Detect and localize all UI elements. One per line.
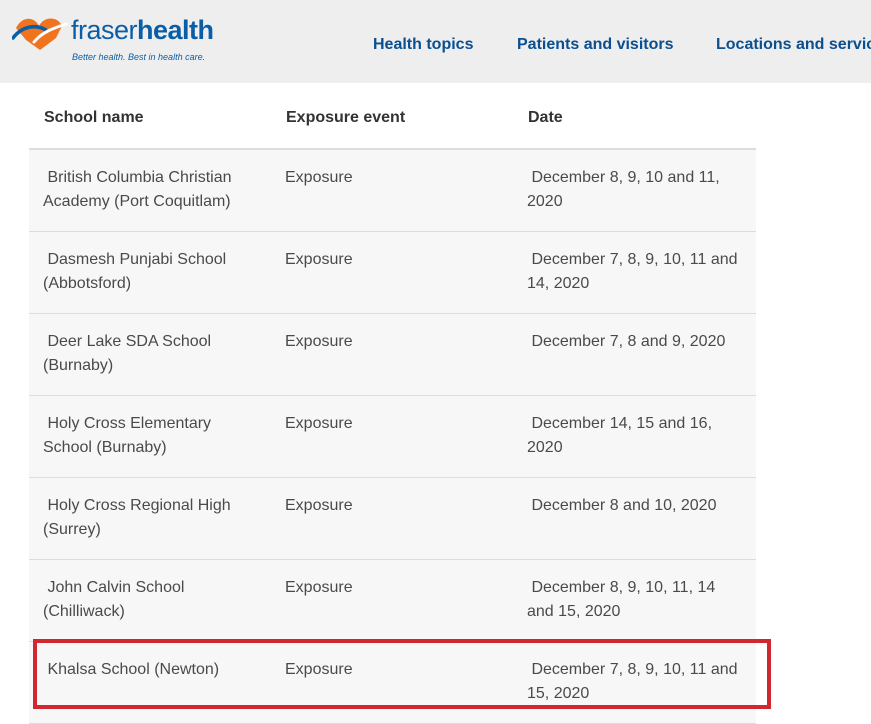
cell-school-name: John Calvin School (Chilliwack): [29, 559, 271, 642]
school-exposures-table: School name Exposure event Date British …: [29, 99, 756, 724]
cell-exposure-event: Exposure: [271, 477, 513, 560]
cell-school-name: Khalsa School (Newton): [29, 641, 271, 724]
cell-date: December 14, 15 and 16, 2020: [513, 395, 756, 478]
cell-date: December 7, 8 and 9, 2020: [513, 313, 756, 396]
cell-exposure-event: Exposure: [271, 395, 513, 478]
cell-exposure-event: Exposure: [271, 313, 513, 396]
cell-date: December 7, 8, 9, 10, 11 and 15, 2020: [513, 641, 756, 724]
fraserhealth-logo-icon[interactable]: [12, 12, 68, 52]
cell-date: December 7, 8, 9, 10, 11 and 14, 2020: [513, 231, 756, 314]
logo-wordmark[interactable]: fraserhealth: [71, 14, 214, 46]
column-header-exposure-event: Exposure event: [271, 99, 513, 150]
cell-exposure-event: Exposure: [271, 641, 513, 724]
table-row: British Columbia Christian Academy (Port…: [29, 149, 756, 232]
cell-date: December 8, 9, 10 and 11, 2020: [513, 149, 756, 232]
cell-school-name: Dasmesh Punjabi School (Abbotsford): [29, 231, 271, 314]
cell-school-name: Holy Cross Elementary School (Burnaby): [29, 395, 271, 478]
cell-date: December 8, 9, 10, 11, 14 and 15, 2020: [513, 559, 756, 642]
cell-school-name: British Columbia Christian Academy (Port…: [29, 149, 271, 232]
cell-date: December 8 and 10, 2020: [513, 477, 756, 560]
table-header-row: School name Exposure event Date: [29, 99, 756, 150]
cell-exposure-event: Exposure: [271, 231, 513, 314]
nav-locations-and-services[interactable]: Locations and services: [716, 35, 871, 55]
table-row: Holy Cross Regional High (Surrey) Exposu…: [29, 477, 756, 560]
column-header-date: Date: [513, 99, 756, 150]
table-row-highlighted: Khalsa School (Newton) Exposure December…: [29, 641, 756, 724]
cell-school-name: Holy Cross Regional High (Surrey): [29, 477, 271, 560]
school-exposures-table-container: School name Exposure event Date British …: [29, 99, 756, 724]
nav-health-topics[interactable]: Health topics: [373, 35, 473, 55]
column-header-school-name: School name: [29, 99, 271, 150]
site-header: fraserhealth Better health. Best in heal…: [0, 0, 871, 83]
logo-tagline: Better health. Best in health care.: [72, 52, 206, 62]
cell-exposure-event: Exposure: [271, 149, 513, 232]
nav-patients-and-visitors[interactable]: Patients and visitors: [517, 35, 674, 55]
cell-exposure-event: Exposure: [271, 559, 513, 642]
table-row: Dasmesh Punjabi School (Abbotsford) Expo…: [29, 231, 756, 314]
table-row: John Calvin School (Chilliwack) Exposure…: [29, 559, 756, 642]
table-row: Holy Cross Elementary School (Burnaby) E…: [29, 395, 756, 478]
table-row: Deer Lake SDA School (Burnaby) Exposure …: [29, 313, 756, 396]
cell-school-name: Deer Lake SDA School (Burnaby): [29, 313, 271, 396]
